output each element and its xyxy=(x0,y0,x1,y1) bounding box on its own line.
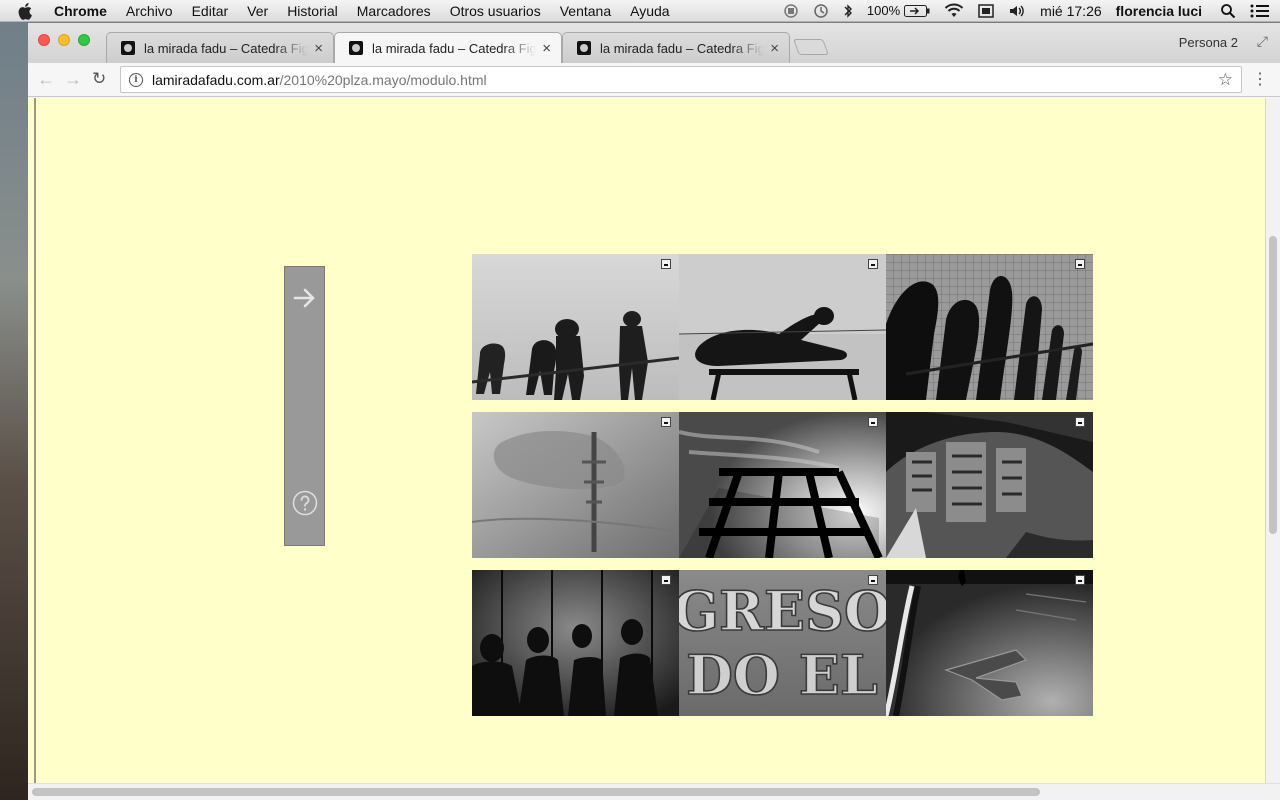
spotlight-search-icon[interactable] xyxy=(1220,3,1236,19)
page-viewport: GRESO DO EL xyxy=(28,98,1280,783)
minimize-icon[interactable] xyxy=(1075,575,1085,585)
tab-strip: la mirada fadu – Catedra Figueroa × la m… xyxy=(28,23,1280,63)
horizontal-scrollbar[interactable] xyxy=(28,783,1280,800)
arrow-right-icon[interactable] xyxy=(292,285,318,316)
input-source-icon[interactable] xyxy=(978,3,994,19)
site-favicon-icon xyxy=(349,41,363,55)
browser-tab-3[interactable]: la mirada fadu – Catedra Figueroa × xyxy=(562,32,790,63)
minimize-icon[interactable] xyxy=(1075,259,1085,269)
menu-otros-usuarios[interactable]: Otros usuarios xyxy=(450,3,541,19)
bluetooth-icon[interactable] xyxy=(843,3,853,19)
photo-thumbnail[interactable] xyxy=(886,570,1093,716)
tab-title: la mirada fadu – Catedra Figueroa xyxy=(372,40,537,56)
minimize-icon[interactable] xyxy=(661,259,671,269)
menu-ventana[interactable]: Ventana xyxy=(560,3,611,19)
carved-letters-line1: GRESO xyxy=(679,579,886,643)
profile-switcher[interactable]: Persona 2 xyxy=(1179,35,1238,50)
photo-thumbnail[interactable]: GRESO DO EL xyxy=(679,570,886,716)
notification-center-icon[interactable] xyxy=(1250,3,1270,19)
browser-tab-1[interactable]: la mirada fadu – Catedra Figueroa × xyxy=(106,32,334,63)
photo-thumbnail[interactable] xyxy=(886,254,1093,400)
menu-ayuda[interactable]: Ayuda xyxy=(630,3,669,19)
minimize-icon[interactable] xyxy=(868,575,878,585)
menubar-clock[interactable]: mié 17:26 xyxy=(1040,3,1101,19)
help-icon[interactable] xyxy=(291,489,319,522)
photo-thumbnail[interactable] xyxy=(472,412,679,558)
address-bar[interactable]: i lamiradafadu.com.ar/2010%20plza.mayo/m… xyxy=(120,66,1242,93)
menu-marcadores[interactable]: Marcadores xyxy=(357,3,431,19)
window-close-button[interactable] xyxy=(38,34,50,46)
tab-close-icon[interactable]: × xyxy=(314,41,323,56)
chrome-menu-icon[interactable]: ⋮ xyxy=(1252,69,1268,89)
carved-letters-line2: DO EL xyxy=(686,643,878,707)
battery-icon[interactable] xyxy=(904,4,930,17)
reload-icon[interactable]: ↻ xyxy=(92,69,106,89)
minimize-icon[interactable] xyxy=(868,417,878,427)
time-machine-icon[interactable] xyxy=(813,3,829,19)
minimize-icon[interactable] xyxy=(661,575,671,585)
menu-editar[interactable]: Editar xyxy=(192,3,229,19)
navigation-side-panel xyxy=(284,266,325,546)
browser-window: la mirada fadu – Catedra Figueroa × la m… xyxy=(28,23,1280,800)
photo-thumbnail[interactable] xyxy=(472,254,679,400)
photo-thumbnail[interactable] xyxy=(472,570,679,716)
bookmark-star-icon[interactable]: ☆ xyxy=(1218,70,1233,90)
photo-thumbnail[interactable] xyxy=(886,412,1093,558)
macos-menu-bar: Chrome Archivo Editar Ver Historial Marc… xyxy=(0,0,1280,22)
url-host: lamiradafadu.com.ar xyxy=(152,71,280,88)
window-controls xyxy=(38,34,90,46)
tab-title: la mirada fadu – Catedra Figueroa xyxy=(144,40,309,56)
page-border xyxy=(34,98,36,783)
minimize-icon[interactable] xyxy=(661,417,671,427)
browser-toolbar: ← → ↻ i lamiradafadu.com.ar/2010%20plza.… xyxy=(28,63,1280,97)
back-arrow-icon[interactable]: ← xyxy=(37,69,55,90)
site-info-icon[interactable]: i xyxy=(129,72,143,87)
tab-title: la mirada fadu – Catedra Figueroa xyxy=(600,40,765,56)
vertical-scrollbar-thumb[interactable] xyxy=(1269,236,1277,534)
window-minimize-button[interactable] xyxy=(58,34,70,46)
menu-ver[interactable]: Ver xyxy=(247,3,268,19)
fullscreen-icon[interactable]: ⤢ xyxy=(1257,33,1268,50)
new-tab-button[interactable] xyxy=(793,39,829,55)
battery-percentage: 100% xyxy=(866,3,901,18)
volume-icon[interactable] xyxy=(1008,3,1026,19)
screen-mirroring-icon[interactable] xyxy=(783,3,799,19)
photo-thumbnail[interactable] xyxy=(679,412,886,558)
menu-historial[interactable]: Historial xyxy=(287,3,338,19)
app-name-menu[interactable]: Chrome xyxy=(54,3,107,19)
tab-close-icon[interactable]: × xyxy=(770,41,779,56)
tab-close-icon[interactable]: × xyxy=(542,41,551,56)
browser-tab-2-active[interactable]: la mirada fadu – Catedra Figueroa × xyxy=(334,32,562,63)
menu-archivo[interactable]: Archivo xyxy=(126,3,173,19)
horizontal-scrollbar-thumb[interactable] xyxy=(32,788,1040,796)
wifi-icon[interactable] xyxy=(944,3,964,19)
minimize-icon[interactable] xyxy=(868,259,878,269)
photo-thumbnail[interactable] xyxy=(679,254,886,400)
forward-arrow-icon[interactable]: → xyxy=(64,69,82,90)
menubar-user-name[interactable]: florencia luci xyxy=(1116,3,1202,19)
minimize-icon[interactable] xyxy=(1075,417,1085,427)
photo-gallery: GRESO DO EL xyxy=(472,254,1093,717)
window-zoom-button[interactable] xyxy=(78,34,90,46)
vertical-scrollbar[interactable] xyxy=(1266,98,1280,783)
site-favicon-icon xyxy=(577,41,591,55)
site-favicon-icon xyxy=(121,41,135,55)
url-path: /2010%20plza.mayo/modulo.html xyxy=(279,71,487,88)
apple-menu-icon[interactable] xyxy=(18,2,40,20)
